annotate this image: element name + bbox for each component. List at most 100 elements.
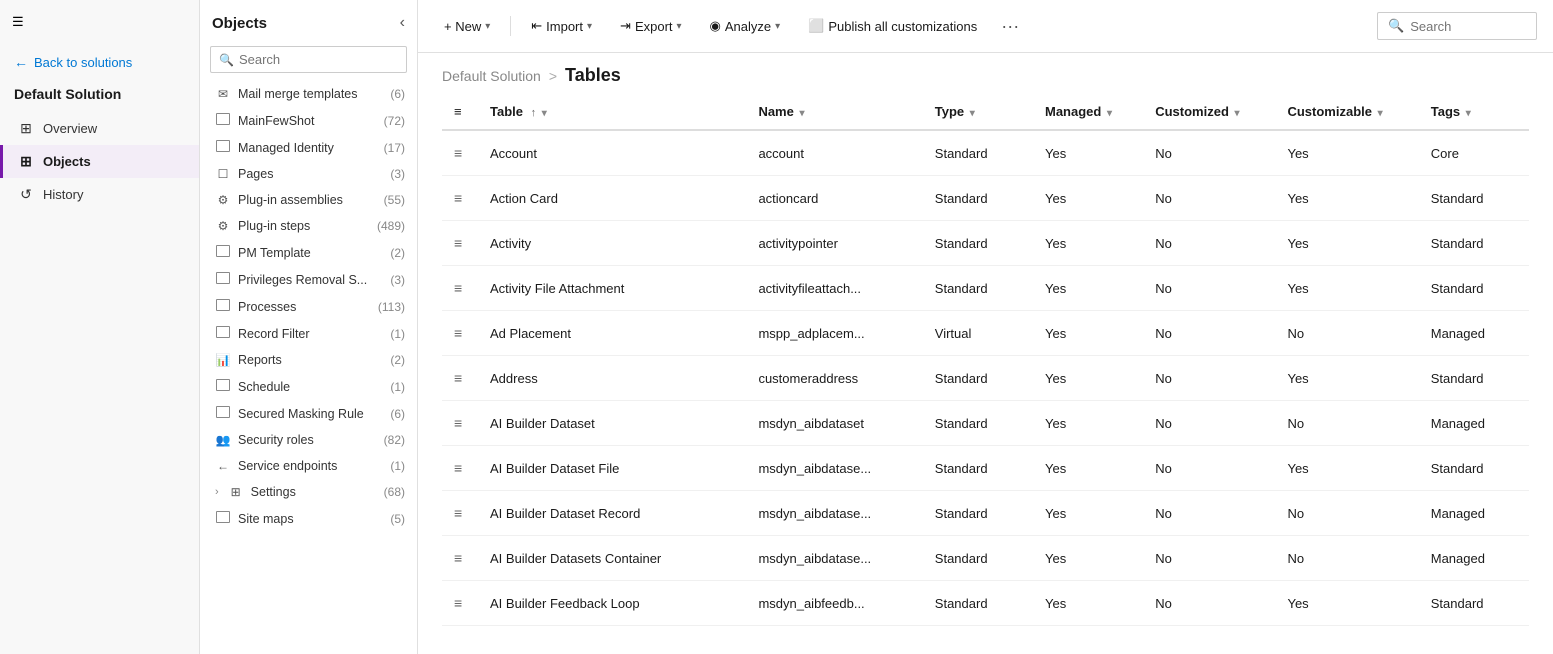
objects-item-label: Plug-in assemblies: [238, 193, 377, 207]
objects-list-item[interactable]: ✉ Mail merge templates (6): [200, 81, 417, 107]
row-tags: Standard: [1419, 176, 1529, 221]
row-table-name[interactable]: AI Builder Datasets Container: [478, 536, 698, 581]
col-name[interactable]: Name ▾: [746, 94, 922, 130]
row-table-name[interactable]: Account: [478, 130, 698, 176]
toolbar-search-input[interactable]: [1410, 19, 1510, 34]
row-table-name[interactable]: AI Builder Feedback Loop: [478, 581, 698, 626]
objects-list-item[interactable]: ⚙ Plug-in assemblies (55): [200, 187, 417, 213]
objects-list-item[interactable]: Privileges Removal S... (3): [200, 266, 417, 293]
table-name-link[interactable]: AI Builder Datasets Container: [490, 551, 661, 566]
breadcrumb-parent[interactable]: Default Solution: [442, 68, 541, 84]
table-icon: ≡: [454, 235, 462, 251]
sidebar-item-overview[interactable]: ⊞ Overview: [0, 112, 199, 145]
table-row: ≡ AI Builder Dataset File ⋮ msdyn_aibdat…: [442, 446, 1529, 491]
row-table-name[interactable]: AI Builder Dataset: [478, 401, 698, 446]
row-table-name[interactable]: Ad Placement: [478, 311, 698, 356]
row-more-cell: ⋮: [698, 266, 746, 311]
table-name-link[interactable]: AI Builder Feedback Loop: [490, 596, 640, 611]
col-select-all[interactable]: ≡: [442, 94, 478, 130]
objects-list-item[interactable]: Processes (113): [200, 293, 417, 320]
hamburger-icon[interactable]: ☰: [12, 14, 24, 30]
row-more-cell: ⋮: [698, 221, 746, 266]
objects-list-item[interactable]: Managed Identity (17): [200, 134, 417, 161]
back-to-solutions-link[interactable]: ← Back to solutions: [0, 44, 199, 80]
row-logical-name: msdyn_aibdatase...: [746, 491, 922, 536]
new-button[interactable]: + New ▾: [434, 14, 500, 39]
row-table-name[interactable]: AI Builder Dataset File: [478, 446, 698, 491]
table-name-link[interactable]: AI Builder Dataset File: [490, 461, 619, 476]
row-table-name[interactable]: Action Card: [478, 176, 698, 221]
objects-item-count: (5): [390, 512, 405, 526]
objects-list-item[interactable]: ← Service endpoints (1): [200, 453, 417, 479]
objects-list-item[interactable]: ☐ Pages (3): [200, 161, 417, 187]
row-table-name[interactable]: AI Builder Dataset Record: [478, 491, 698, 536]
row-table-name[interactable]: Address: [478, 356, 698, 401]
table-name-link[interactable]: AI Builder Dataset Record: [490, 506, 640, 521]
row-table-name[interactable]: Activity: [478, 221, 698, 266]
row-type: Standard: [923, 221, 1033, 266]
publish-button-label: Publish all customizations: [828, 19, 977, 34]
table-name-link[interactable]: Address: [490, 371, 538, 386]
row-tags: Standard: [1419, 356, 1529, 401]
row-more-cell: ⋮: [698, 356, 746, 401]
analyze-button[interactable]: ◉ Analyze ▾: [700, 13, 791, 39]
table-row: ≡ Action Card ⋮ actioncard Standard Yes …: [442, 176, 1529, 221]
objects-item-icon: ✉: [215, 87, 231, 101]
objects-list-item[interactable]: 📊 Reports (2): [200, 347, 417, 373]
import-button[interactable]: ⇤ Import ▾: [521, 13, 602, 39]
col-managed[interactable]: Managed ▾: [1033, 94, 1143, 130]
table-row: ≡ Activity File Attachment ⋮ activityfil…: [442, 266, 1529, 311]
row-tags: Managed: [1419, 536, 1529, 581]
sidebar-item-label-history: History: [43, 187, 83, 202]
objects-item-icon: 📊: [215, 353, 231, 367]
table-row: ≡ Account ⋮ account Standard Yes No Yes …: [442, 130, 1529, 176]
toolbar-search-box[interactable]: 🔍: [1377, 12, 1537, 40]
collapse-panel-button[interactable]: ‹: [400, 14, 405, 32]
objects-list-item[interactable]: 👥 Security roles (82): [200, 427, 417, 453]
objects-item-count: (2): [390, 246, 405, 260]
objects-list-item[interactable]: Schedule (1): [200, 373, 417, 400]
objects-search-box[interactable]: 🔍: [210, 46, 407, 73]
tables-list: ≡ Table ↑ ▾ Name ▾ Type ▾: [418, 94, 1553, 654]
col-customized[interactable]: Customized ▾: [1143, 94, 1275, 130]
objects-list-item[interactable]: PM Template (2): [200, 239, 417, 266]
toolbar-more-icon[interactable]: ···: [995, 14, 1025, 39]
row-checkbox-cell: ≡: [442, 536, 478, 581]
objects-list-item[interactable]: ⚙ Plug-in steps (489): [200, 213, 417, 239]
table-name-link[interactable]: Account: [490, 146, 537, 161]
row-customized: No: [1143, 581, 1275, 626]
row-type: Standard: [923, 401, 1033, 446]
col-table[interactable]: Table ↑ ▾: [478, 94, 698, 130]
table-name-link[interactable]: AI Builder Dataset: [490, 416, 595, 431]
objects-search-input[interactable]: [239, 52, 398, 67]
row-tags: Standard: [1419, 446, 1529, 491]
objects-list-item[interactable]: Site maps (5): [200, 505, 417, 532]
export-button[interactable]: ⇥ Export ▾: [610, 13, 692, 39]
col-type[interactable]: Type ▾: [923, 94, 1033, 130]
row-managed: Yes: [1033, 221, 1143, 266]
objects-list-item[interactable]: › ⊞ Settings (68): [200, 479, 417, 505]
sidebar-item-objects[interactable]: ⊞ Objects: [0, 145, 199, 178]
table-name-link[interactable]: Ad Placement: [490, 326, 571, 341]
table-name-link[interactable]: Action Card: [490, 191, 558, 206]
row-tags: Core: [1419, 130, 1529, 176]
row-type: Standard: [923, 446, 1033, 491]
row-table-name[interactable]: Activity File Attachment: [478, 266, 698, 311]
objects-item-count: (1): [390, 380, 405, 394]
row-managed: Yes: [1033, 311, 1143, 356]
col-tags[interactable]: Tags ▾: [1419, 94, 1529, 130]
objects-item-label: Privileges Removal S...: [238, 273, 383, 287]
sidebar-item-history[interactable]: ↺ History: [0, 178, 199, 211]
objects-list-item[interactable]: MainFewShot (72): [200, 107, 417, 134]
table-name-link[interactable]: Activity: [490, 236, 531, 251]
objects-list-item[interactable]: Secured Masking Rule (6): [200, 400, 417, 427]
col-customizable[interactable]: Customizable ▾: [1275, 94, 1418, 130]
table-name-link[interactable]: Activity File Attachment: [490, 281, 624, 296]
tables-table: ≡ Table ↑ ▾ Name ▾ Type ▾: [442, 94, 1529, 626]
overview-icon: ⊞: [17, 120, 35, 137]
row-checkbox-cell: ≡: [442, 401, 478, 446]
publish-button[interactable]: ⬜ Publish all customizations: [798, 13, 987, 39]
objects-item-label: Site maps: [238, 512, 383, 526]
objects-item-label: Record Filter: [238, 327, 383, 341]
objects-list-item[interactable]: Record Filter (1): [200, 320, 417, 347]
